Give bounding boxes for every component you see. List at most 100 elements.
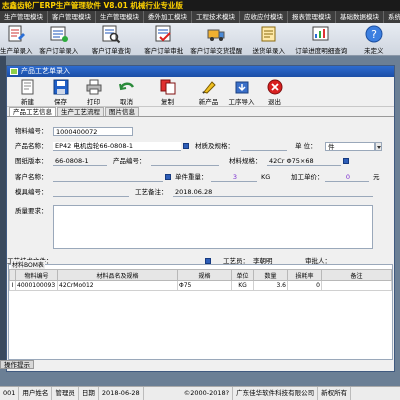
material-picker-icon[interactable]	[343, 158, 349, 164]
button-label: 工序导入	[228, 98, 255, 106]
module-item[interactable]: 生产管理模块	[0, 11, 48, 23]
tab-product-info[interactable]: 产品工艺信息	[9, 107, 56, 116]
module-item[interactable]: 工程技术模块	[192, 11, 240, 23]
product-code-field[interactable]	[151, 157, 219, 166]
cell-note[interactable]	[321, 280, 392, 291]
toolbar-order-approve[interactable]: 客户订单审批	[138, 23, 191, 55]
unit-field[interactable]: 件	[325, 142, 375, 151]
material-code-field[interactable]: 1000400072	[53, 127, 133, 136]
process-import-button[interactable]: 工序导入	[225, 77, 258, 107]
column-header[interactable]: 数量	[253, 269, 288, 281]
cancel-button[interactable]: 取消	[110, 77, 143, 107]
import-icon	[235, 81, 248, 94]
toolbar-order-entry[interactable]: 客户订单录入	[33, 23, 86, 55]
cell-spec[interactable]: Φ75	[177, 280, 232, 291]
material-spec-field[interactable]	[241, 142, 287, 151]
cancel-icon	[118, 82, 134, 91]
product-name-label: 产品名称：	[15, 142, 48, 150]
column-header[interactable]: 备注	[321, 269, 392, 281]
mold-code-field[interactable]	[53, 188, 129, 197]
unit-price-field[interactable]: 0	[325, 173, 369, 182]
new-product-icon	[201, 81, 216, 94]
tab-process-flow[interactable]: 生产工艺流程	[57, 107, 104, 116]
column-header[interactable]: 规格	[177, 269, 232, 281]
button-label: 取消	[120, 98, 133, 106]
bom-header-row: 物料编号 材料品名及规格 规格 单位 数量 损耗率 备注	[9, 269, 392, 281]
order-query-icon	[102, 25, 121, 44]
weight-unit-label: KG	[261, 173, 271, 181]
toolbar-undefined[interactable]: ? 未定义	[348, 23, 400, 55]
toolbar-delivery-remind[interactable]: 客户订单交货提醒	[190, 23, 243, 55]
app-title-bar: 志鑫齿轮厂ERP生产管理软件 V8.01 机械行业专业版	[0, 0, 400, 11]
column-header[interactable]: 物料编号	[15, 269, 58, 281]
progress-query-icon	[312, 26, 329, 41]
customer-picker-icon[interactable]	[165, 174, 171, 180]
bom-grid-caption: 材料BOM表	[11, 260, 45, 269]
product-picker-icon[interactable]	[183, 143, 189, 149]
exit-button[interactable]: 退出	[258, 77, 291, 107]
button-label: 退出	[268, 98, 281, 106]
save-button[interactable]: 保存	[44, 77, 77, 107]
tab-images[interactable]: 图片信息	[105, 107, 139, 116]
toolbar-label: 未定义	[364, 47, 384, 55]
order-approve-icon	[155, 25, 171, 42]
quality-textarea[interactable]	[53, 205, 373, 249]
save-icon	[53, 79, 68, 95]
exit-icon	[267, 79, 282, 95]
status-cell: ©2000-2018?	[144, 387, 234, 400]
process-note-field[interactable]: 2018.06.28	[173, 188, 373, 197]
product-code-label: 产品编号：	[113, 157, 146, 165]
module-item[interactable]: 基础数据模块	[336, 11, 384, 23]
copy-button[interactable]: 复制	[151, 77, 184, 107]
toolbar-label: 订单进度明细查询	[295, 47, 348, 55]
status-cell: 广东佳华软件科技有限公司	[233, 387, 319, 400]
cell-unit[interactable]: KG	[231, 280, 254, 291]
table-row[interactable]: I 4000100093 42CrMo012 Φ75 KG 3.6 0	[9, 280, 392, 291]
column-header[interactable]: 材料品名及规格	[57, 269, 178, 281]
toolbar-label: 客户订单录入	[39, 47, 79, 55]
mold-code-label: 模具编号：	[15, 188, 48, 196]
undefined-icon: ?	[365, 25, 383, 43]
new-product-button[interactable]: 新产品	[192, 77, 225, 107]
module-item[interactable]: 生产管理模块	[96, 11, 144, 23]
new-button[interactable]: 新建	[11, 77, 44, 107]
customer-name-label: 客户名称：	[15, 173, 48, 181]
print-icon	[86, 79, 101, 95]
status-cell: 用户姓名	[19, 387, 53, 400]
cell-name[interactable]: 42CrMo012	[57, 280, 178, 291]
print-button[interactable]: 打印	[77, 77, 110, 107]
status-cell: 管理员	[52, 387, 79, 400]
module-item[interactable]: 系统功能模块	[384, 11, 400, 23]
quality-label: 质量要求：	[15, 207, 48, 215]
customer-name-field[interactable]	[53, 173, 163, 182]
cell-loss[interactable]: 0	[287, 280, 322, 291]
cell-qty[interactable]: 3.6	[253, 280, 288, 291]
column-header[interactable]: 单位	[231, 269, 254, 281]
button-label: 新建	[21, 98, 34, 106]
window-title-bar[interactable]: 产品工艺单录入	[7, 66, 394, 77]
module-item[interactable]: 报表管理模块	[288, 11, 336, 23]
window-icon	[10, 68, 18, 75]
toolbar-progress-query[interactable]: 订单进度明细查询	[295, 23, 348, 55]
product-name-field[interactable]: EP42 电机齿轮66-0808-1	[53, 142, 181, 151]
unit-dropdown-icon[interactable]	[375, 142, 382, 151]
module-item[interactable]: 应收应付模块	[240, 11, 288, 23]
toolbar-order-query[interactable]: 客户订单查询	[85, 23, 138, 55]
product-process-window: 产品工艺单录入 新建 保存 打印 取消 复制 新产品 工序导入 退出 产品工艺信…	[6, 65, 395, 372]
price-unit-label: 元	[373, 173, 380, 181]
window-toolbar: 新建 保存 打印 取消 复制 新产品 工序导入 退出	[7, 77, 394, 107]
app-toolbar: 生产单录入 客户订单录入 客户订单查询 客户订单审批 客户订单交货提醒 送货单录…	[0, 23, 400, 56]
toolbar-delivery-entry[interactable]: 送货单录入	[243, 23, 296, 55]
module-item[interactable]: 客户管理模块	[48, 11, 96, 23]
tab-strip: 产品工艺信息 生产工艺流程 图片信息	[7, 107, 394, 117]
material-spec2-field[interactable]: 42Cr Φ75×68	[267, 157, 341, 166]
bom-table: 物料编号 材料品名及规格 规格 单位 数量 损耗率 备注 I 400010009…	[9, 269, 392, 291]
operation-hint-tab[interactable]: 操作提示	[0, 360, 34, 369]
drawing-no-field[interactable]: 66-0808-1	[53, 157, 107, 166]
toolbar-production-entry[interactable]: 生产单录入	[0, 23, 33, 55]
unit-weight-field[interactable]: 3	[211, 173, 257, 182]
unit-price-label: 加工单价：	[291, 173, 324, 181]
module-item[interactable]: 委外加工模块	[144, 11, 192, 23]
cell-code[interactable]: 4000100093	[15, 280, 58, 291]
column-header[interactable]: 损耗率	[287, 269, 322, 281]
